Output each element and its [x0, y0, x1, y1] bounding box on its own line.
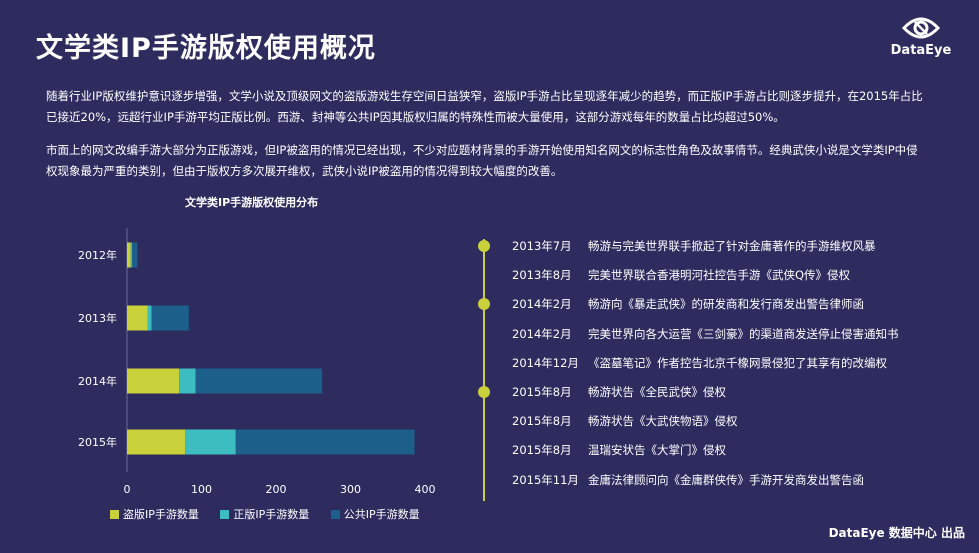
legend-item-licensed: 正版IP手游数量: [220, 506, 309, 522]
bar-segment: [185, 429, 236, 455]
timeline-event: 2015年8月 畅游状告《全民武侠》侵权: [512, 382, 899, 411]
event-text: 《盗墓笔记》作者控告北京千橡网景侵犯了其享有的改编权: [588, 355, 887, 370]
timeline-event: 2013年7月 畅游与完美世界联手掀起了针对金庸著作的手游维权风暴: [512, 236, 899, 265]
timeline-event: 2013年8月 完美世界联合香港明河社控告手游《武侠Q传》侵权: [512, 265, 899, 294]
timeline-events: 2013年7月 畅游与完美世界联手掀起了针对金庸著作的手游维权风暴 2013年8月…: [512, 236, 899, 499]
event-date: 2014年2月: [512, 326, 572, 341]
x-tick-label: 300: [340, 483, 361, 496]
event-text: 畅游与完美世界联手掀起了针对金庸著作的手游维权风暴: [588, 239, 876, 253]
bar-segment: [130, 242, 133, 268]
legend-swatch: [220, 510, 230, 519]
category-label: 2013年: [78, 311, 117, 325]
bar-segment: [127, 368, 180, 394]
x-tick-label: 400: [415, 483, 436, 496]
bar-segment: [127, 305, 148, 331]
event-date: 2014年12月: [512, 355, 579, 370]
event-text: 完美世界向各大运营《三剑豪》的渠道商发送停止侵害通知书: [588, 326, 899, 341]
legend-item-pirated: 盗版IP手游数量: [110, 506, 199, 522]
event-text: 畅游状告《大武侠物语》侵权: [588, 414, 738, 429]
timeline-event: 2014年2月 畅游向《暴走武侠》的研发商和发行商发出警告律师函: [512, 294, 899, 323]
legend-label: 公共IP手游数量: [343, 508, 420, 521]
legend-swatch: [330, 510, 340, 519]
event-date: 2014年2月: [512, 297, 572, 312]
event-date: 2015年8月: [512, 414, 572, 429]
event-date: 2015年11月: [512, 472, 579, 487]
event-text: 畅游状告《全民武侠》侵权: [588, 384, 726, 399]
event-text: 温瑞安状告《大掌门》侵权: [588, 443, 726, 458]
timeline-event: 2015年8月 温瑞安状告《大掌门》侵权: [512, 440, 899, 469]
legend-label: 盗版IP手游数量: [123, 508, 199, 521]
event-text: 金庸法律顾问向《金庸群侠传》手游开发商发出警告函: [588, 472, 864, 487]
bar-segment: [195, 368, 323, 394]
bar-segment: [179, 368, 196, 394]
timeline-event: 2015年8月 畅游状告《大武侠物语》侵权: [512, 411, 899, 440]
legend-item-public: 公共IP手游数量: [330, 506, 420, 522]
timeline-event: 2014年12月 《盗墓笔记》作者控告北京千橡网景侵犯了其享有的改编权: [512, 353, 899, 382]
chart-legend: 盗版IP手游数量 正版IP手游数量 公共IP手游数量: [110, 506, 438, 522]
legend-swatch: [110, 510, 119, 519]
bar-segment: [132, 242, 138, 268]
event-date: 2015年8月: [512, 384, 572, 399]
event-text: 畅游向《暴走武侠》的研发商和发行商发出警告律师函: [588, 297, 864, 312]
bar-segment: [147, 305, 152, 331]
timeline-marker: [478, 386, 490, 398]
x-tick-label: 200: [266, 483, 287, 496]
category-label: 2014年: [78, 374, 117, 388]
event-text: 完美世界联合香港明河社控告手游《武侠Q传》侵权: [588, 268, 851, 283]
footer-credit: DataEye 数据中心 出品: [828, 526, 965, 540]
timeline-marker: [478, 240, 490, 252]
timeline-event: 2014年2月 完美世界向各大运营《三剑豪》的渠道商发送停止侵害通知书: [512, 324, 899, 353]
event-date: 2013年8月: [512, 268, 572, 283]
x-tick-label: 100: [191, 483, 212, 496]
bar-segment: [127, 242, 131, 268]
event-date: 2013年7月: [512, 239, 572, 253]
category-label: 2015年: [78, 435, 117, 449]
bar-segment: [151, 305, 189, 331]
timeline-line: [483, 239, 485, 501]
event-date: 2015年8月: [512, 443, 572, 458]
timeline-event: 2015年11月 金庸法律顾问向《金庸群侠传》手游开发商发出警告函: [512, 470, 899, 499]
bar-segment: [127, 429, 186, 455]
legend-label: 正版IP手游数量: [233, 508, 310, 521]
category-label: 2012年: [78, 248, 117, 262]
x-tick-label: 0: [124, 483, 131, 496]
bar-segment: [235, 429, 415, 455]
